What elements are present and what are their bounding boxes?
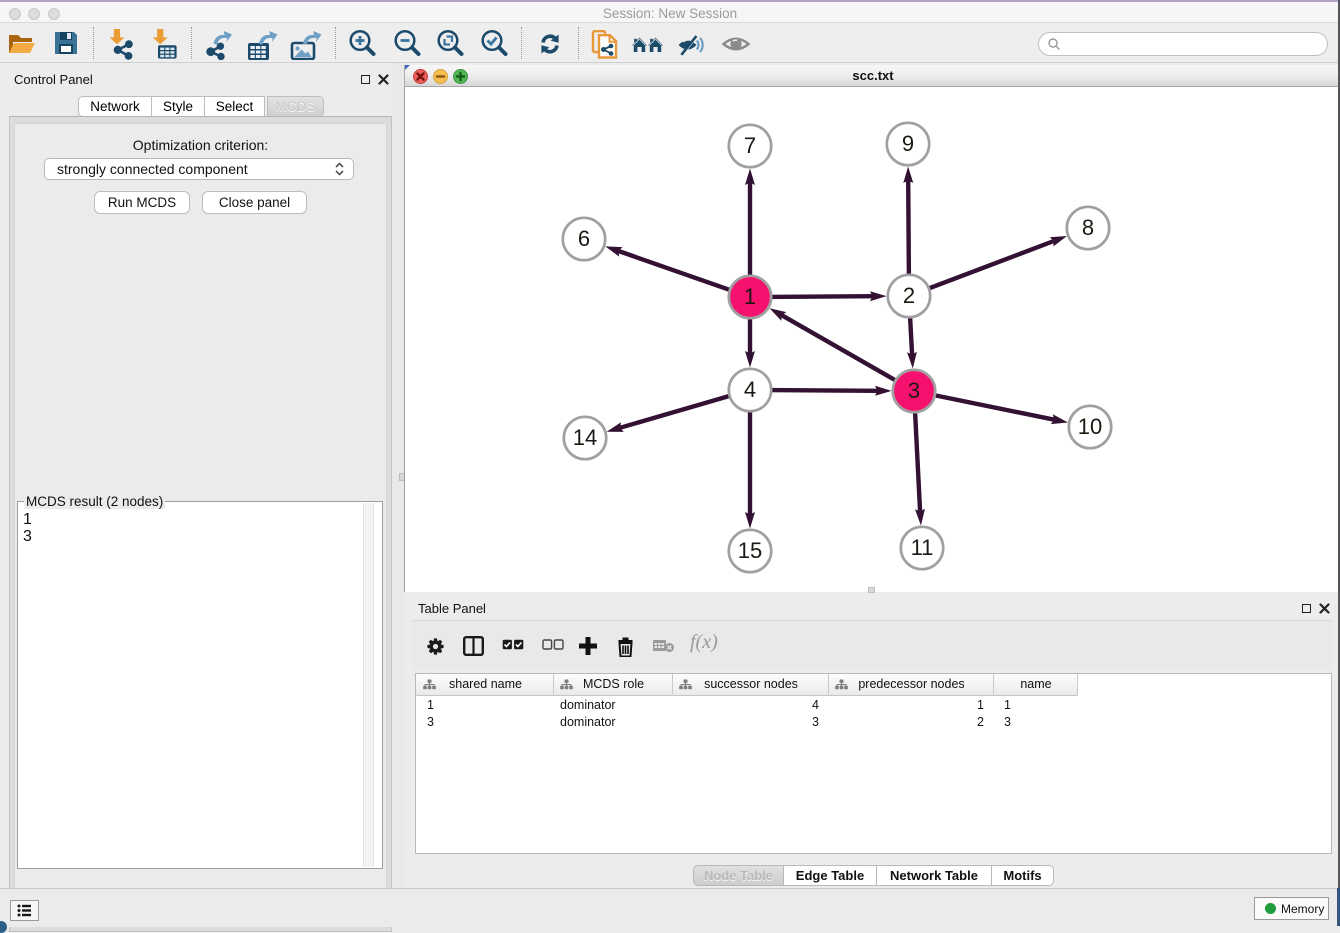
svg-text:11: 11	[911, 535, 934, 560]
svg-text:2: 2	[903, 283, 915, 308]
svg-text:3: 3	[908, 378, 920, 403]
svg-text:14: 14	[573, 425, 597, 450]
svg-text:1: 1	[744, 284, 756, 309]
svg-text:7: 7	[744, 133, 756, 158]
svg-text:8: 8	[1082, 215, 1094, 240]
svg-text:4: 4	[744, 377, 756, 402]
svg-text:6: 6	[578, 226, 590, 251]
svg-text:15: 15	[738, 538, 762, 563]
svg-text:9: 9	[902, 131, 914, 156]
svg-text:10: 10	[1078, 414, 1102, 439]
